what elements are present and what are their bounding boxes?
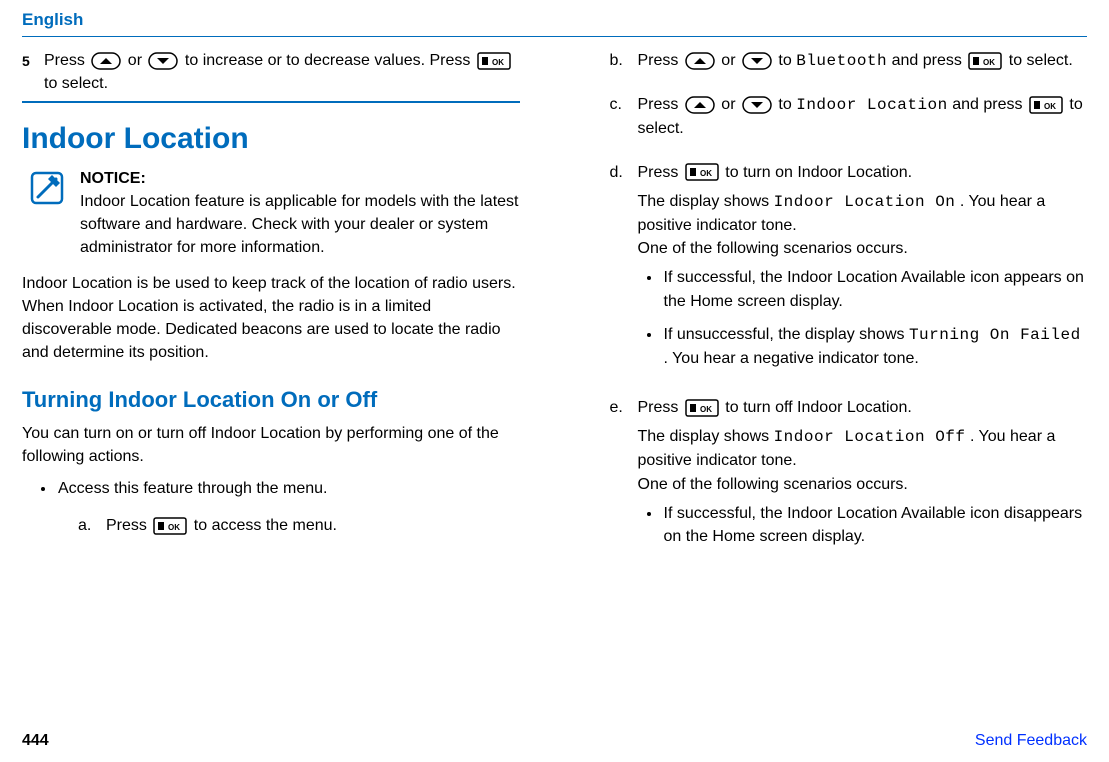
result-block: The display shows Indoor Location Off . …	[638, 425, 1088, 548]
bullet-list: Access this feature through the menu. a.…	[22, 477, 520, 537]
step-5: 5 Press or to increase or to decrease va…	[22, 49, 520, 95]
ok-key-icon: OK	[685, 399, 719, 417]
result-block: The display shows Indoor Location On . Y…	[638, 190, 1088, 370]
substep-content: Press OK to turn off Indoor Location. Th…	[638, 396, 1088, 558]
text: The display shows	[638, 193, 774, 210]
text: to	[778, 96, 796, 113]
substep-letter: a.	[78, 514, 96, 537]
notice-box: NOTICE: Indoor Location feature is appli…	[22, 167, 520, 260]
page-number: 444	[22, 732, 49, 750]
header-divider	[22, 36, 1087, 37]
notice-label: NOTICE:	[80, 170, 146, 187]
list-item: Access this feature through the menu. a.…	[56, 477, 520, 537]
lcd-text: Indoor Location On	[774, 193, 956, 211]
page: English 5 Press or to increase or to dec…	[0, 0, 1109, 762]
step-number: 5	[22, 49, 44, 71]
header-language: English	[22, 10, 1087, 30]
text: Press	[638, 164, 683, 181]
up-key-icon	[685, 52, 715, 70]
ok-key-icon: OK	[153, 517, 187, 535]
heading-indoor-location: Indoor Location	[22, 117, 520, 161]
svg-text:OK: OK	[983, 58, 995, 67]
list-item: If successful, the Indoor Location Avail…	[662, 502, 1088, 548]
substep-letter: d.	[610, 161, 628, 184]
substep-a: a. Press OK to access the menu.	[78, 514, 520, 537]
svg-text:OK: OK	[492, 58, 504, 67]
substep-b: b. Press or to Bluetooth and press OK to…	[610, 49, 1088, 73]
text: Press	[44, 52, 89, 69]
bullet-list: If successful, the Indoor Location Avail…	[638, 502, 1088, 548]
text: to access the menu.	[194, 517, 337, 534]
substep-c: c. Press or to Indoor Location and press…	[610, 93, 1088, 140]
text: or	[721, 52, 740, 69]
notice-text: NOTICE: Indoor Location feature is appli…	[80, 167, 520, 260]
substep-d: d. Press OK to turn on Indoor Location. …	[610, 161, 1088, 381]
text: Access this feature through the menu.	[58, 480, 327, 497]
text: Press	[638, 399, 683, 416]
substep-e: e. Press OK to turn off Indoor Location.…	[610, 396, 1088, 558]
ok-key-icon: OK	[477, 52, 511, 70]
down-key-icon	[742, 52, 772, 70]
up-key-icon	[91, 52, 121, 70]
svg-text:OK: OK	[700, 169, 712, 178]
text: The display shows	[638, 428, 774, 445]
text: One of the following scenarios occurs.	[638, 240, 908, 257]
text: If unsuccessful, the display shows	[664, 326, 909, 343]
text: Press	[638, 52, 683, 69]
svg-text:OK: OK	[168, 523, 180, 532]
substep-letter: e.	[610, 396, 628, 419]
ok-key-icon: OK	[685, 163, 719, 181]
footer: 444 Send Feedback	[22, 732, 1087, 750]
lcd-text: Indoor Location Off	[774, 428, 966, 446]
text: or	[128, 52, 147, 69]
notice-icon	[28, 167, 70, 216]
lcd-text: Bluetooth	[796, 52, 887, 70]
lcd-text: Turning On Failed	[909, 326, 1081, 344]
bullet-list: If successful, the Indoor Location Avail…	[638, 266, 1088, 370]
ok-key-icon: OK	[968, 52, 1002, 70]
step-divider	[22, 101, 520, 103]
list-item: If unsuccessful, the display shows Turni…	[662, 323, 1088, 370]
text: Press	[638, 96, 683, 113]
down-key-icon	[148, 52, 178, 70]
text: or	[721, 96, 740, 113]
text: and press	[952, 96, 1027, 113]
text: Press	[106, 517, 151, 534]
substep-letter: c.	[610, 93, 628, 116]
left-column: 5 Press or to increase or to decrease va…	[22, 49, 520, 568]
list-item: If successful, the Indoor Location Avail…	[662, 266, 1088, 312]
paragraph: You can turn on or turn off Indoor Locat…	[22, 422, 520, 468]
text: . You hear a negative indicator tone.	[664, 350, 919, 367]
text: and press	[892, 52, 967, 69]
lcd-text: Indoor Location	[796, 96, 948, 114]
svg-text:OK: OK	[1044, 102, 1056, 111]
ok-key-icon: OK	[1029, 96, 1063, 114]
substep-content: Press or to Indoor Location and press OK…	[638, 93, 1088, 140]
svg-text:OK: OK	[700, 405, 712, 414]
down-key-icon	[742, 96, 772, 114]
substep-content: Press or to Bluetooth and press OK to se…	[638, 49, 1088, 73]
send-feedback-link[interactable]: Send Feedback	[975, 732, 1087, 750]
substep-content: Press OK to turn on Indoor Location. The…	[638, 161, 1088, 381]
text: to select.	[1009, 52, 1073, 69]
text: to turn on Indoor Location.	[725, 164, 912, 181]
text: to turn off Indoor Location.	[725, 399, 912, 416]
up-key-icon	[685, 96, 715, 114]
right-column: b. Press or to Bluetooth and press OK to…	[590, 49, 1088, 568]
text: to increase or to decrease values. Press	[185, 52, 475, 69]
substep-content: Press OK to access the menu.	[106, 514, 520, 537]
text: to select.	[44, 75, 108, 92]
paragraph: Indoor Location is be used to keep track…	[22, 272, 520, 365]
text: One of the following scenarios occurs.	[638, 476, 908, 493]
substep-letter: b.	[610, 49, 628, 72]
notice-body: Indoor Location feature is applicable fo…	[80, 193, 518, 256]
text: to	[778, 52, 796, 69]
content-columns: 5 Press or to increase or to decrease va…	[22, 49, 1087, 568]
heading-turning-on-off: Turning Indoor Location On or Off	[22, 384, 520, 416]
step-text: Press or to increase or to decrease valu…	[44, 49, 520, 95]
